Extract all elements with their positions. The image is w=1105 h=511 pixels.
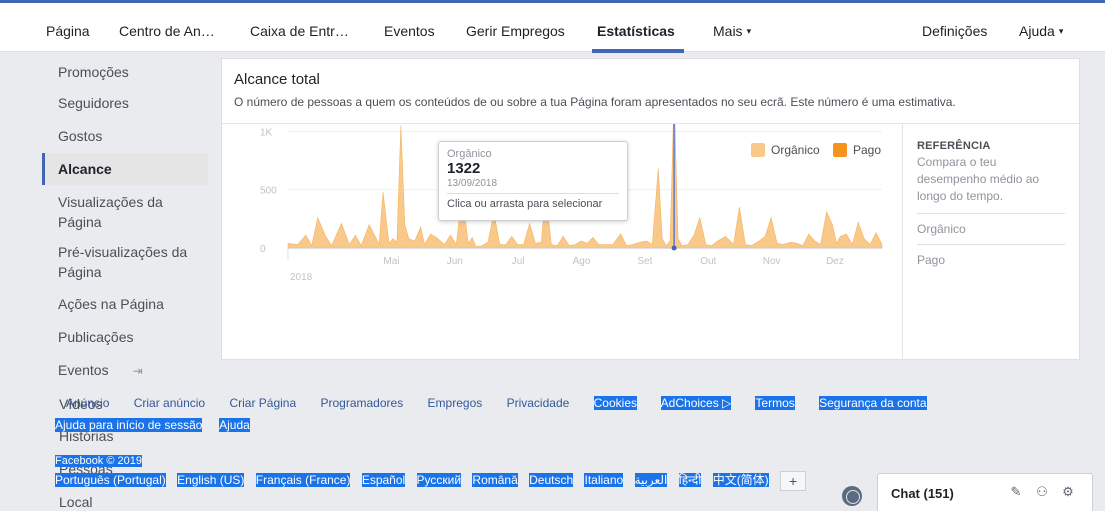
footer-link-seguranca[interactable]: Segurança da conta xyxy=(819,396,927,410)
lang-ru[interactable]: Русский xyxy=(416,473,462,488)
x-tick-label: Ago xyxy=(573,256,591,267)
legend-paid-label: Pago xyxy=(853,143,882,157)
nav-estatisticas[interactable]: Estatísticas xyxy=(597,23,675,39)
export-icon: ⇥ xyxy=(132,364,143,378)
nav-mais-label: Mais xyxy=(713,23,743,39)
adchoices-label: AdChoices xyxy=(660,396,719,410)
lang-fr[interactable]: Français (France) xyxy=(255,473,351,488)
y-tick-label: 500 xyxy=(260,186,277,197)
x-tick-label: Jun xyxy=(447,256,463,267)
sidebar-item-visualizacoes[interactable]: Visualizações da Página xyxy=(42,192,202,232)
nav-centro-anuncios[interactable]: Centro de An… xyxy=(119,23,215,39)
x-tick-label: Nov xyxy=(763,256,781,267)
caret-down-icon: ▾ xyxy=(746,26,752,36)
sidebar-item-promocoes[interactable]: Promoções xyxy=(42,62,208,82)
footer-link-adchoices[interactable]: AdChoices ▷ xyxy=(660,396,732,410)
nav-definicoes[interactable]: Definições xyxy=(922,23,987,39)
footer-links: Anúncio Criar anúncio Criar Página Progr… xyxy=(66,396,948,410)
caret-down-icon: ▾ xyxy=(1058,26,1064,36)
footer-link-criar-anuncio[interactable]: Criar anúncio xyxy=(134,396,205,410)
card-description: O número de pessoas a quem os conteúdos … xyxy=(234,95,956,109)
x-tick-label: Jul xyxy=(512,256,525,267)
copyright-text: Facebook © 2019 xyxy=(55,455,142,467)
legend-organic[interactable]: Orgânico xyxy=(751,143,820,157)
footer-link-anuncio[interactable]: Anúncio xyxy=(66,396,109,410)
reference-row-organic[interactable]: Orgânico xyxy=(917,213,1065,244)
x-tick-label: Out xyxy=(700,256,716,267)
lang-it[interactable]: Italiano xyxy=(584,473,624,488)
lang-de[interactable]: Deutsch xyxy=(529,473,574,488)
page-top-nav: Página Centro de An… Caixa de Entr… Even… xyxy=(0,0,1105,53)
legend-paid[interactable]: Pago xyxy=(833,143,881,157)
sidebar-item-alcance[interactable]: Alcance xyxy=(42,153,208,185)
lang-hi[interactable]: हिन्दी xyxy=(678,473,702,488)
legend-organic-label: Orgânico xyxy=(771,143,820,157)
chat-label: Chat (151) xyxy=(891,486,954,501)
reference-row-paid[interactable]: Pago xyxy=(917,244,1065,275)
tooltip-series: Orgânico xyxy=(447,148,492,160)
tooltip-date: 13/09/2018 xyxy=(447,178,619,194)
reach-card: Alcance total O número de pessoas a quem… xyxy=(221,58,1080,360)
nav-caixa-entrada[interactable]: Caixa de Entr… xyxy=(250,23,349,39)
sidebar-item-local[interactable]: Local xyxy=(59,494,92,510)
footer-link-termos[interactable]: Termos xyxy=(755,396,795,410)
lang-ro[interactable]: Română xyxy=(472,473,518,488)
sidebar-item-seguidores[interactable]: Seguidores xyxy=(42,93,208,113)
chat-bar[interactable]: Chat (151) ✎ ⚇ ⚙ xyxy=(877,473,1093,511)
lang-zh[interactable]: 中文(简体) xyxy=(712,473,769,488)
footer-link-ajuda[interactable]: Ajuda xyxy=(219,418,250,432)
y-tick-label: 0 xyxy=(260,244,266,255)
nav-ajuda-label: Ajuda xyxy=(1019,23,1055,39)
gear-icon[interactable]: ⚙ xyxy=(1060,484,1076,500)
footer-languages: Português (Portugal) English (US) França… xyxy=(55,471,814,491)
footer-link-empregos[interactable]: Empregos xyxy=(428,396,483,410)
x-year-label: 2018 xyxy=(290,272,313,283)
nav-gerir-empregos[interactable]: Gerir Empregos xyxy=(466,23,565,39)
legend-organic-swatch xyxy=(751,143,765,157)
globe-icon[interactable] xyxy=(842,486,862,506)
sidebar-item-acoes[interactable]: Ações na Página xyxy=(42,294,208,314)
x-tick-label: Mai xyxy=(383,256,399,267)
sidebar-item-gostos[interactable]: Gostos xyxy=(42,126,208,146)
lang-pt[interactable]: Português (Portugal) xyxy=(55,473,166,488)
lang-ar[interactable]: العربية xyxy=(634,473,668,488)
hover-base-point xyxy=(671,245,677,251)
sidebar-item-eventos-label: Eventos xyxy=(58,362,109,378)
active-tab-underline xyxy=(592,49,684,53)
reference-title: REFERÊNCIA xyxy=(917,140,991,152)
lang-es[interactable]: Español xyxy=(361,473,406,488)
nav-ajuda[interactable]: Ajuda ▾ xyxy=(1019,23,1063,39)
nav-eventos[interactable]: Eventos xyxy=(384,23,435,39)
legend-paid-swatch xyxy=(833,143,847,157)
nav-pagina[interactable]: Página xyxy=(46,23,90,39)
adchoices-icon: ▷ xyxy=(722,396,732,410)
footer-link-criar-pagina[interactable]: Criar Página xyxy=(229,396,296,410)
sidebar-item-publicacoes[interactable]: Publicações xyxy=(42,327,208,347)
footer-link-programadores[interactable]: Programadores xyxy=(320,396,403,410)
sidebar-item-eventos[interactable]: Eventos ⇥ xyxy=(42,360,208,381)
tooltip-hint: Clica ou arrasta para selecionar xyxy=(447,198,603,210)
card-title: Alcance total xyxy=(234,71,320,88)
sidebar-item-pre-visualizacoes[interactable]: Pré-visualizações da Página xyxy=(42,242,202,282)
footer-link-cookies[interactable]: Cookies xyxy=(593,396,637,410)
tooltip-value: 1322 xyxy=(447,160,481,177)
reference-description: Compara o teu desempenho médio ao longo … xyxy=(917,155,1040,203)
compose-icon[interactable]: ✎ xyxy=(1008,484,1024,500)
y-tick-label: 1K xyxy=(260,127,273,138)
reference-panel: REFERÊNCIA Compara o teu desempenho médi… xyxy=(902,124,1079,360)
footer-link-privacidade[interactable]: Privacidade xyxy=(507,396,570,410)
footer-link-ajuda-sessao[interactable]: Ajuda para início de sessão xyxy=(55,418,203,432)
footer-help-links: Ajuda para início de sessão Ajuda xyxy=(55,418,264,432)
people-icon[interactable]: ⚇ xyxy=(1034,484,1050,500)
x-tick-label: Dez xyxy=(826,256,844,267)
more-languages-button[interactable]: + xyxy=(780,471,807,491)
footer-copyright: Facebook © 2019 xyxy=(55,455,142,467)
chart-tooltip: Orgânico 1322 13/09/2018 Clica ou arrast… xyxy=(438,141,628,221)
x-tick-label: Set xyxy=(637,256,652,267)
lang-en[interactable]: English (US) xyxy=(177,473,245,488)
nav-mais[interactable]: Mais ▾ xyxy=(713,23,751,39)
